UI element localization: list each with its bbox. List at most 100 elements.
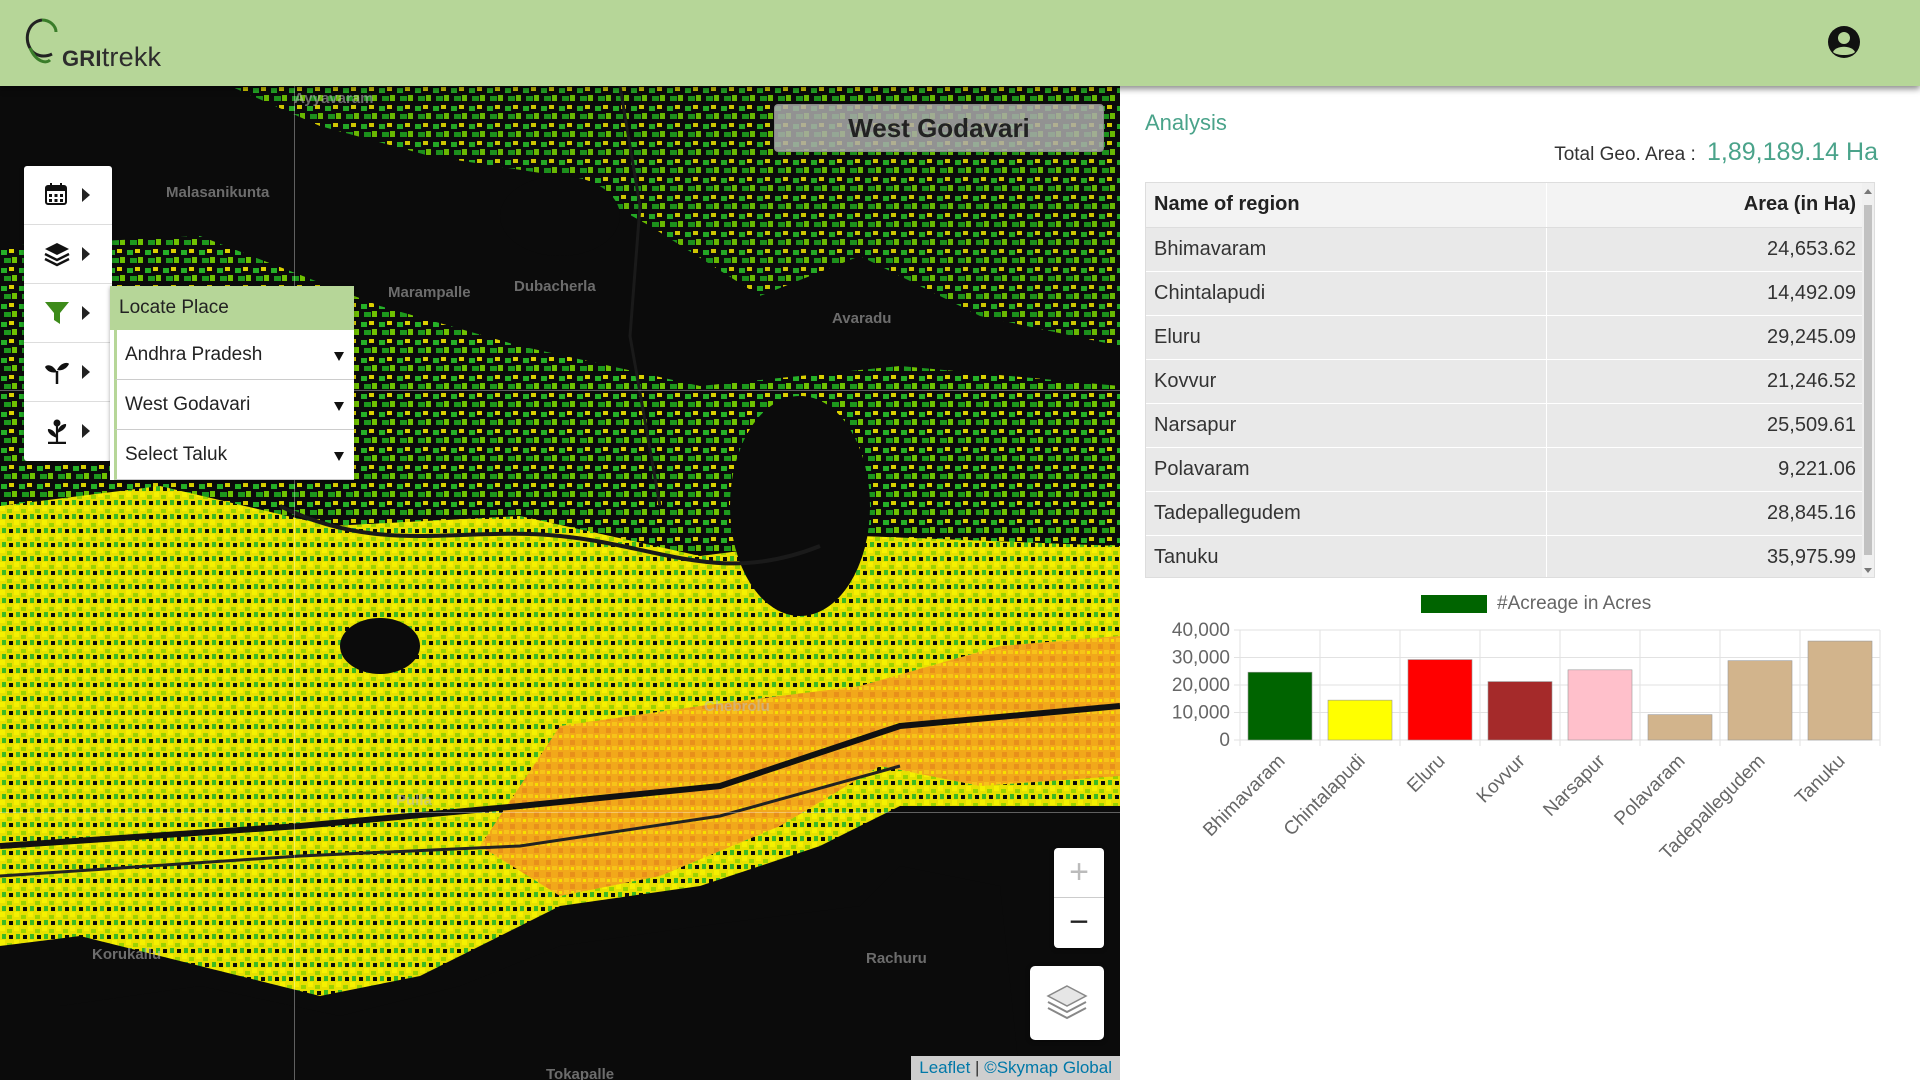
area-value-cell: 14,492.09 <box>1546 271 1864 316</box>
total-geo-area-label: Total Geo. Area : <box>1554 144 1696 165</box>
area-value-cell: 35,975.99 <box>1546 535 1864 577</box>
place-label: Pulla <box>396 792 432 809</box>
bar-chintalapudi <box>1327 699 1393 741</box>
dropdown-arrow-icon <box>334 402 344 411</box>
bar-narsapur <box>1567 669 1633 741</box>
filter-tool-button[interactable] <box>24 284 112 343</box>
zoom-control: + − <box>1054 848 1104 948</box>
y-tick-label: 10,000 <box>1172 703 1230 724</box>
legend-label: #Acreage in Acres <box>1497 593 1651 614</box>
crop-raster <box>0 86 1120 1080</box>
calendar-icon <box>45 183 67 205</box>
area-value-cell: 25,509.61 <box>1546 403 1864 448</box>
map-attribution: Leaflet | ©Skymap Global <box>911 1056 1120 1080</box>
leaflet-link[interactable]: Leaflet <box>919 1058 970 1077</box>
area-value-cell: 24,653.62 <box>1546 227 1864 272</box>
y-tick-label: 30,000 <box>1172 648 1230 669</box>
region-name-cell: Bhimavaram <box>1146 227 1547 272</box>
region-name-cell: Kovvur <box>1146 359 1547 404</box>
column-header-area: Area (in Ha) <box>1546 183 1864 228</box>
scroll-up-arrow-icon[interactable] <box>1864 189 1872 194</box>
table-row: Bhimavaram 24,653.62 <box>1146 227 1864 272</box>
zoom-in-button[interactable]: + <box>1054 848 1104 898</box>
place-label: Tokapalle <box>546 1066 615 1080</box>
x-tick-label: Tanuku <box>1791 751 1849 809</box>
region-name-cell: Narsapur <box>1146 403 1547 448</box>
x-tick-label: Narsapur <box>1539 750 1610 821</box>
layers-stack-icon <box>1046 985 1088 1020</box>
x-tick-label: Bhimavaram <box>1199 751 1289 841</box>
x-tick-label: Eluru <box>1403 751 1449 797</box>
region-name-cell: Tadepallegudem <box>1146 491 1547 536</box>
x-tick-label: Polavaram <box>1610 751 1689 830</box>
place-label: Ayyavaram <box>294 90 374 107</box>
plant-tool-button[interactable] <box>24 402 112 461</box>
region-name-cell: Tanuku <box>1146 535 1547 577</box>
table-row: Kovvur 21,246.52 <box>1146 359 1864 404</box>
app-header: GRItrekk <box>0 0 1920 86</box>
taluk-select-value: Select Taluk <box>125 444 228 465</box>
y-tick-label: 0 <box>1219 730 1230 751</box>
bar-kovvur <box>1487 681 1553 741</box>
calendar-tool-button[interactable] <box>24 166 112 225</box>
place-label: Marampalle <box>388 284 471 301</box>
bar-tadepallegudem <box>1727 660 1793 741</box>
table-row: Narsapur 25,509.61 <box>1146 403 1864 448</box>
logo-text: GRItrekk <box>62 42 162 72</box>
crop-map[interactable]: Ayyavaram Malasanikunta Marampalle Dubac… <box>0 86 1120 1080</box>
expand-caret-icon <box>82 247 90 261</box>
expand-caret-icon <box>82 306 90 320</box>
acreage-bar-chart: #Acreage in Acres 0 10,000 20,000 30,000 40,0… <box>1140 590 1900 970</box>
bar-tanuku <box>1807 640 1873 741</box>
region-area-table[interactable]: Name of region Area (in Ha) Bhimavaram 24… <box>1145 182 1875 578</box>
bar-eluru <box>1407 659 1473 741</box>
scroll-down-arrow-icon[interactable] <box>1864 568 1872 573</box>
column-header-region: Name of region <box>1146 183 1547 228</box>
region-name-cell: Eluru <box>1146 315 1547 360</box>
sprout-tool-button[interactable] <box>24 343 112 402</box>
graticule-line <box>0 812 1120 813</box>
expand-caret-icon <box>82 365 90 379</box>
table-scrollbar[interactable] <box>1862 183 1874 577</box>
place-label: Rachuru <box>866 950 927 967</box>
area-value-cell: 21,246.52 <box>1546 359 1864 404</box>
y-tick-label: 20,000 <box>1172 675 1230 696</box>
dropdown-arrow-icon <box>334 352 344 361</box>
scrollbar-thumb[interactable] <box>1864 205 1872 555</box>
table-row: Chintalapudi 14,492.09 <box>1146 271 1864 316</box>
graticule-line <box>294 86 295 1080</box>
zoom-out-button[interactable]: − <box>1054 898 1104 948</box>
place-label: Korukallu <box>92 946 162 963</box>
acreage-chart-svg: #Acreage in Acres 0 10,000 20,000 30,000 40,0… <box>1172 593 1881 864</box>
total-geo-area: Total Geo. Area : 1,89,189.14 Ha <box>1554 138 1878 167</box>
sprout-icon <box>45 362 69 384</box>
area-value-cell: 29,245.09 <box>1546 315 1864 360</box>
basemap-layers-button[interactable] <box>1030 966 1104 1040</box>
locate-place-panel: Locate Place Andhra Pradesh West Godavar… <box>110 286 354 480</box>
skymap-link[interactable]: ©Skymap Global <box>984 1058 1112 1077</box>
legend-swatch <box>1421 595 1487 613</box>
region-name-cell: Chintalapudi <box>1146 271 1547 316</box>
layers-icon <box>44 243 70 267</box>
agritrekk-logo[interactable]: GRItrekk <box>22 12 182 72</box>
layers-tool-button[interactable] <box>24 225 112 284</box>
place-label: Chebrolu <box>704 698 770 715</box>
district-select-value: West Godavari <box>125 394 251 415</box>
region-badge: West Godavari <box>774 104 1104 152</box>
x-tick-label: Kovvur <box>1473 750 1530 807</box>
analysis-title: Analysis <box>1145 110 1227 135</box>
attribution-separator: | <box>970 1058 985 1077</box>
expand-caret-icon <box>82 424 90 438</box>
area-value-cell: 28,845.16 <box>1546 491 1864 536</box>
region-name-cell: Polavaram <box>1146 447 1547 492</box>
taluk-select[interactable]: Select Taluk <box>114 430 354 480</box>
table-header-row: Name of region Area (in Ha) <box>1146 183 1864 228</box>
account-icon[interactable] <box>1826 24 1862 60</box>
table-row: Tanuku 35,975.99 <box>1146 535 1864 577</box>
x-tick-label: Chintalapudi <box>1280 751 1370 841</box>
district-select[interactable]: West Godavari <box>114 380 354 430</box>
bar-polavaram <box>1647 714 1713 741</box>
place-label: Dubacherla <box>514 278 596 295</box>
state-select[interactable]: Andhra Pradesh <box>114 330 354 380</box>
table-row: Tadepallegudem 28,845.16 <box>1146 491 1864 536</box>
